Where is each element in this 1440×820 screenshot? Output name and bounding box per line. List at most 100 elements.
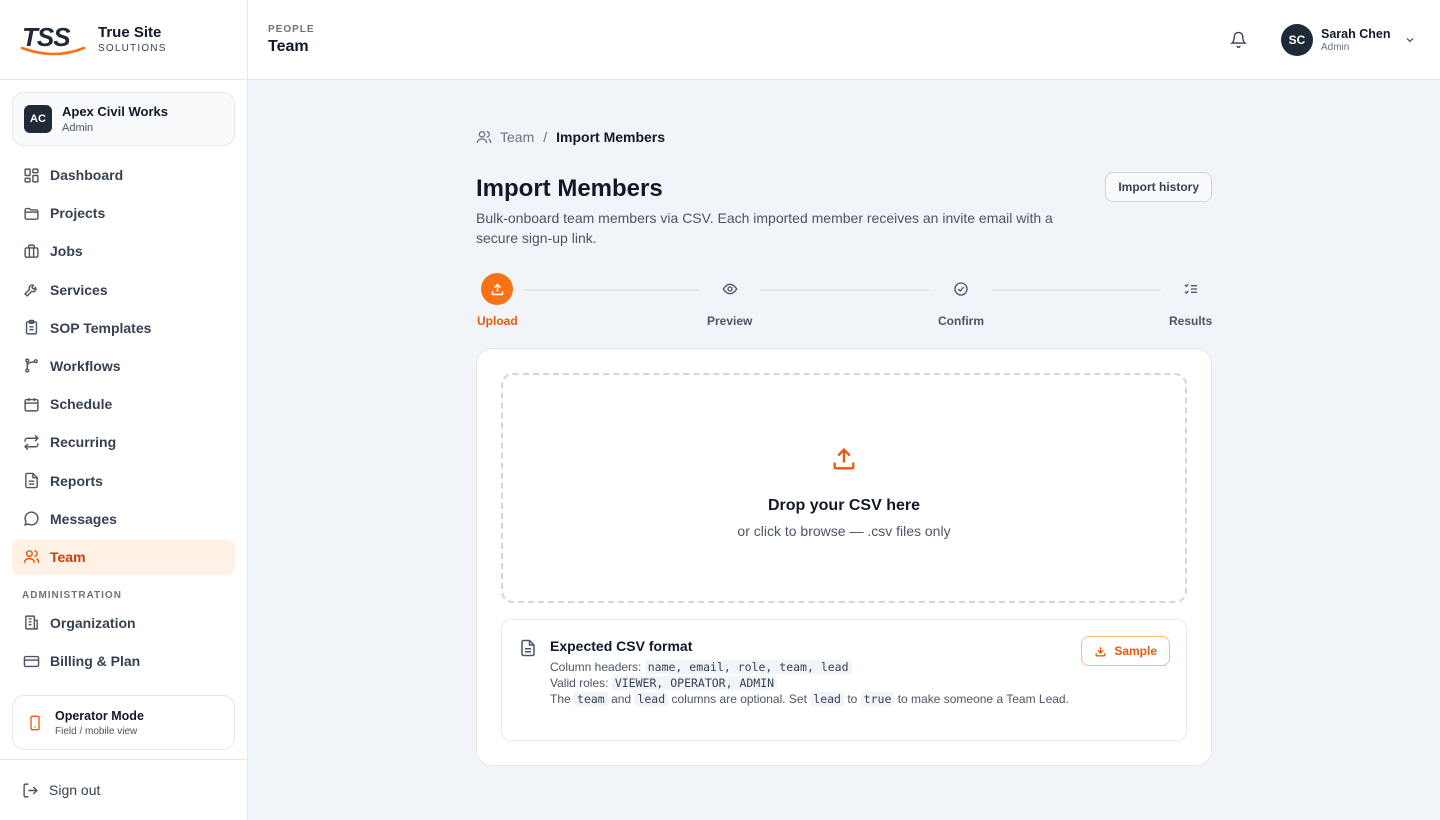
sidebar-item-messages[interactable]: Messages [12, 501, 235, 537]
step-preview: Preview [707, 273, 752, 328]
nav-section-heading: ADMINISTRATION [22, 589, 122, 601]
operator-mode-toggle[interactable]: Operator Mode Field / mobile view [12, 695, 235, 750]
stepper-connector [760, 289, 930, 291]
org-avatar: AC [24, 105, 52, 133]
dashboard-icon [22, 166, 40, 184]
step-label: Confirm [938, 314, 984, 328]
workflow-icon [22, 357, 40, 375]
headers-label: Column headers: [550, 660, 642, 674]
eye-icon [713, 273, 746, 305]
import-stepper: Upload Preview Confirm Results [476, 273, 1212, 328]
sidebar-nav: Dashboard Projects Jobs Services SOP Tem… [12, 157, 235, 681]
briefcase-icon [22, 242, 40, 260]
sidebar-item-services[interactable]: Services [12, 272, 235, 308]
message-icon [22, 510, 40, 528]
step-label: Preview [707, 314, 753, 328]
sidebar-item-label: Workflows [50, 357, 121, 374]
upload-icon [830, 445, 858, 473]
org-switcher[interactable]: AC Apex Civil Works Admin [12, 92, 235, 146]
sidebar-item-team[interactable]: Team [12, 538, 235, 575]
sidebar-item-label: Billing & Plan [50, 653, 141, 670]
operator-mode-subtitle: Field / mobile view [55, 725, 138, 737]
user-menu[interactable]: SC Sarah Chen Admin [1281, 24, 1416, 56]
step-label: Upload [477, 314, 518, 328]
sample-button-label: Sample [1114, 644, 1157, 658]
sidebar-item-label: Dashboard [50, 167, 124, 183]
breadcrumb-parent-link[interactable]: Team [500, 129, 534, 145]
import-card: Drop your CSV here or click to browse — … [476, 348, 1212, 766]
sidebar-item-label: Services [50, 281, 108, 298]
roles-label: Valid roles: [550, 676, 609, 690]
calendar-icon [22, 395, 40, 413]
repeat-icon [22, 433, 40, 451]
sidebar-item-label: Jobs [50, 243, 83, 260]
sign-out-label: Sign out [49, 782, 101, 798]
csv-format-info: Expected CSV format Column headers: name… [501, 619, 1187, 741]
dropzone-title: Drop your CSV here [767, 497, 921, 514]
org-name: Apex Civil Works [62, 104, 168, 119]
sidebar-item-sop-templates[interactable]: SOP Templates [12, 310, 235, 346]
sidebar-item-label: Projects [50, 205, 106, 222]
stepper-connector [524, 289, 699, 291]
download-icon [1094, 645, 1107, 658]
sidebar-item-label: Organization [50, 614, 136, 631]
sidebar-item-projects[interactable]: Projects [12, 195, 235, 231]
optional-columns-note: The team and lead columns are optional. … [550, 692, 1069, 706]
brand-tagline: SOLUTIONS [98, 43, 167, 54]
format-title: Expected CSV format [550, 638, 693, 654]
clipboard-icon [22, 319, 40, 337]
user-role: Admin [1321, 42, 1350, 53]
download-sample-button[interactable]: Sample [1081, 636, 1170, 666]
user-name: Sarah Chen [1321, 27, 1391, 41]
sidebar-item-reports[interactable]: Reports [12, 463, 235, 499]
csv-dropzone[interactable]: Drop your CSV here or click to browse — … [501, 373, 1187, 603]
list-checks-icon [1174, 273, 1207, 305]
import-history-button[interactable]: Import history [1105, 172, 1212, 202]
breadcrumb-separator: / [543, 129, 548, 145]
brand-logo[interactable]: TSS True Site SOLUTIONS [0, 0, 247, 80]
sign-out-button[interactable]: Sign out [0, 759, 247, 820]
step-results: Results [1169, 273, 1212, 328]
sidebar-item-organization[interactable]: Organization [12, 605, 235, 641]
org-role: Admin [62, 122, 94, 134]
check-circle-icon [945, 273, 977, 305]
sidebar-item-schedule[interactable]: Schedule [12, 386, 235, 422]
users-icon [476, 129, 492, 145]
sidebar-item-recurring[interactable]: Recurring [12, 424, 235, 460]
file-text-icon [519, 639, 537, 657]
logo-swoosh-icon [20, 46, 86, 55]
chevron-down-icon [1404, 34, 1416, 46]
avatar: SC [1281, 24, 1313, 56]
notifications-bell-icon[interactable] [1230, 31, 1247, 48]
sidebar: TSS True Site SOLUTIONS AC Apex Civil Wo… [0, 0, 248, 820]
breadcrumb-current: Import Members [556, 129, 666, 145]
step-label: Results [1169, 314, 1213, 328]
building-icon [22, 614, 40, 632]
sidebar-item-label: SOP Templates [50, 319, 152, 336]
sidebar-item-label: Messages [50, 510, 117, 527]
sidebar-item-label: Team [50, 548, 86, 565]
sidebar-item-workflows[interactable]: Workflows [12, 348, 235, 384]
header-kicker: PEOPLE [268, 24, 315, 35]
brand-name: True Site [98, 24, 162, 41]
sidebar-item-label: Recurring [50, 434, 117, 451]
credit-card-icon [22, 652, 40, 670]
folder-icon [22, 204, 40, 222]
sidebar-item-label: Reports [50, 472, 103, 489]
top-header: PEOPLE Team SC Sarah Chen Admin [248, 0, 1440, 80]
step-confirm: Confirm [938, 273, 984, 328]
format-details: Column headers: name, email, role, team,… [550, 659, 1070, 707]
stepper-connector [992, 289, 1161, 291]
sidebar-item-jobs[interactable]: Jobs [12, 233, 235, 269]
sidebar-item-label: Schedule [50, 396, 113, 413]
users-icon [22, 548, 40, 566]
operator-mode-title: Operator Mode [55, 708, 144, 723]
sidebar-item-billing[interactable]: Billing & Plan [12, 643, 235, 679]
smartphone-icon [27, 714, 43, 732]
file-text-icon [22, 472, 40, 490]
sidebar-item-dashboard[interactable]: Dashboard [12, 157, 235, 193]
log-out-icon [22, 782, 39, 799]
step-upload: Upload [477, 273, 518, 328]
tss-logo-mark: TSS [20, 22, 88, 58]
roles-value: VIEWER, OPERATOR, ADMIN [611, 676, 778, 690]
